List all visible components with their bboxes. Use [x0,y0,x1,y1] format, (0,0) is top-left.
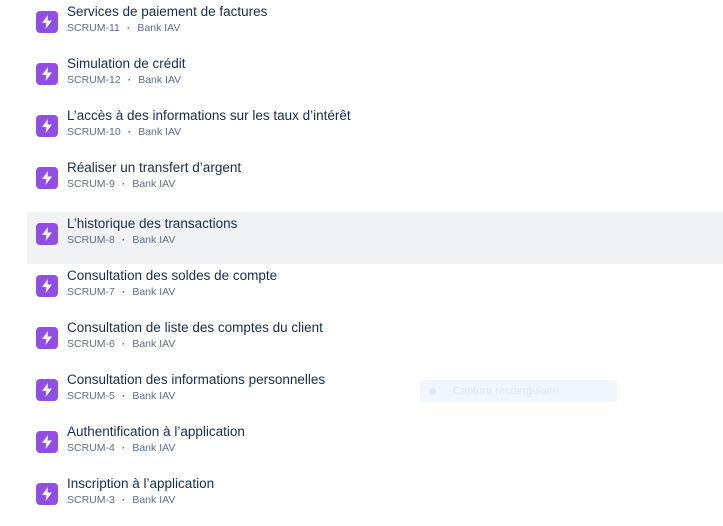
lightning-bolt-icon [36,115,58,137]
meta-separator: · [127,74,132,86]
issue-key: SCRUM-4 [67,442,115,454]
item-meta: SCRUM-12 · Bank IAV [67,74,181,87]
meta-separator: · [121,234,126,246]
issue-key: SCRUM-3 [67,494,115,506]
item-meta: SCRUM-11 · Bank IAV [67,22,180,35]
item-meta: SCRUM-4 · Bank IAV [67,442,175,455]
issue-key: SCRUM-10 [67,126,121,138]
item-meta: SCRUM-10 · Bank IAV [67,126,181,139]
issue-key: SCRUM-6 [67,338,115,350]
item-meta: SCRUM-7 · Bank IAV [67,286,175,299]
list-item[interactable]: Services de paiement de factures SCRUM-1… [27,0,723,52]
project-name: Bank IAV [132,494,176,506]
meta-separator: · [121,338,126,350]
item-meta: SCRUM-8 · Bank IAV [67,234,175,247]
lightning-bolt-icon [36,275,58,297]
project-name: Bank IAV [132,286,176,298]
list-item[interactable]: Inscription à l’application SCRUM-3 · Bank… [27,472,723,524]
lightning-bolt-icon [36,63,58,85]
list-item[interactable]: L’accès à des informations sur les taux … [27,104,723,156]
meta-separator: · [121,286,126,298]
list-item[interactable]: L’historique des transactions SCRUM-8 · Ba… [27,212,723,264]
project-name: Bank IAV [132,442,176,454]
item-title: Consultation des informations personnell… [67,372,326,387]
issue-key: SCRUM-12 [67,74,121,86]
issue-key: SCRUM-8 [67,234,115,246]
meta-separator: · [121,390,126,402]
item-title: Simulation de crédit [67,56,186,71]
lightning-bolt-icon [36,379,58,401]
capture-overlay: Capture rectangulaire [420,380,617,402]
project-name: Bank IAV [137,22,181,34]
project-name: Bank IAV [132,338,176,350]
item-title: Consultation des soldes de compte [67,268,278,283]
epic-list: Services de paiement de factures SCRUM-1… [0,0,723,526]
meta-separator: · [121,494,126,506]
item-title: Inscription à l’application [67,476,215,491]
item-title: Authentification à l’application [67,424,245,439]
item-meta: SCRUM-6 · Bank IAV [67,338,175,351]
list-item[interactable]: Simulation de crédit SCRUM-12 · Bank IAV [27,52,723,104]
item-meta: SCRUM-9 · Bank IAV [67,178,175,191]
project-name: Bank IAV [132,178,176,190]
item-meta: SCRUM-5 · Bank IAV [67,390,175,403]
meta-separator: · [121,178,126,190]
item-title: Services de paiement de factures [67,4,268,19]
list-item[interactable]: Réaliser un transfert d’argent SCRUM-9 · B… [27,156,723,208]
lightning-bolt-icon [36,167,58,189]
list-item[interactable]: Consultation des soldes de compte SCRUM-… [27,264,723,316]
capture-label: Capture rectangulaire [453,385,559,397]
issue-key: SCRUM-7 [67,286,115,298]
item-title: L’accès à des informations sur les taux … [67,108,351,123]
item-title: Consultation de liste des comptes du cli… [67,320,323,335]
project-name: Bank IAV [138,126,182,138]
lightning-bolt-icon [36,223,58,245]
project-name: Bank IAV [132,234,176,246]
item-meta: SCRUM-3 · Bank IAV [67,494,175,507]
item-title: L’historique des transactions [67,216,238,231]
lightning-bolt-icon [36,483,58,505]
issue-key: SCRUM-9 [67,178,115,190]
item-title: Réaliser un transfert d’argent [67,160,242,175]
issue-key: SCRUM-11 [67,22,120,34]
list-item[interactable]: Consultation des informations personnell… [27,368,723,420]
meta-separator: · [127,126,132,138]
meta-separator: · [126,22,131,34]
project-name: Bank IAV [132,390,176,402]
meta-separator: · [121,442,126,454]
list-item[interactable]: Consultation de liste des comptes du cli… [27,316,723,368]
project-name: Bank IAV [138,74,182,86]
capture-icon [429,387,436,395]
list-item[interactable]: Authentification à l’application SCRUM-4… [27,420,723,472]
issue-key: SCRUM-5 [67,390,115,402]
lightning-bolt-icon [36,431,58,453]
lightning-bolt-icon [36,11,58,33]
lightning-bolt-icon [36,327,58,349]
